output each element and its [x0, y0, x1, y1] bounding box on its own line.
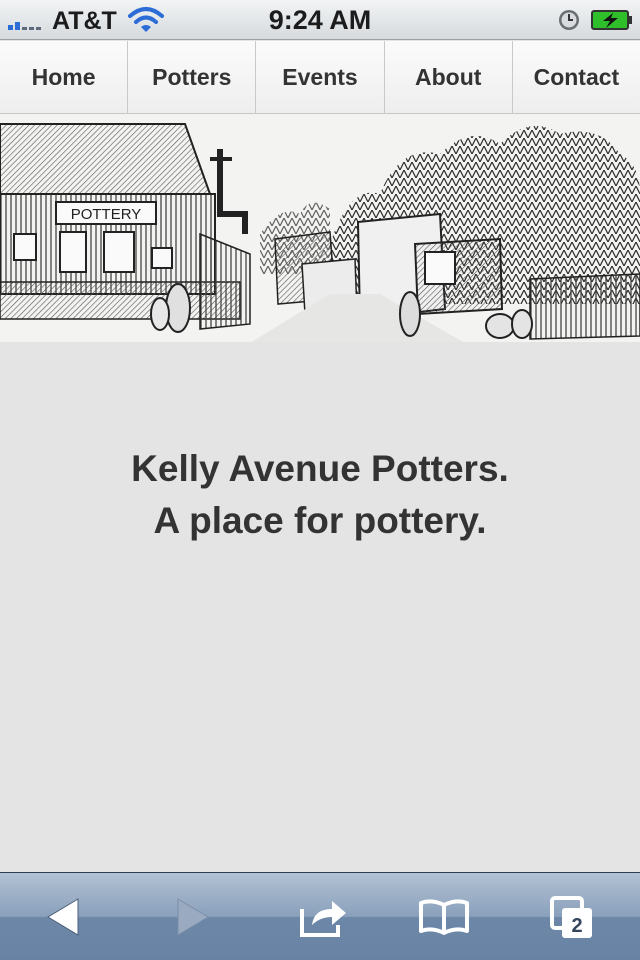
nav-about[interactable]: About: [385, 41, 513, 113]
nav-contact[interactable]: Contact: [513, 41, 640, 113]
back-button[interactable]: [24, 887, 104, 947]
back-icon: [47, 898, 79, 936]
tabs-icon: 2: [550, 896, 592, 938]
status-bar: AT&T 9:24 AM: [0, 0, 640, 40]
forward-button[interactable]: [152, 887, 232, 947]
share-icon: [300, 901, 346, 937]
bookmarks-button[interactable]: [404, 887, 484, 947]
tabs-count: 2: [571, 915, 582, 937]
alarm-icon: [559, 10, 579, 30]
tabs-button[interactable]: 2: [532, 887, 612, 947]
pottery-street-sketch: POTTERY: [0, 114, 640, 346]
main-nav: Home Potters Events About Contact: [0, 41, 640, 114]
pottery-sign-text: POTTERY: [71, 206, 142, 223]
nav-potters[interactable]: Potters: [128, 41, 257, 113]
clock: 9:24 AM: [268, 5, 372, 35]
banner-illustration: POTTERY: [0, 114, 640, 346]
forward-icon: [177, 898, 209, 936]
nav-home[interactable]: Home: [0, 41, 129, 113]
nav-events[interactable]: Events: [256, 41, 385, 113]
battery-charging-icon: [591, 10, 632, 30]
browser-toolbar: 2: [0, 872, 640, 960]
headline-line-2: A place for pottery.: [153, 500, 487, 541]
headline-line-1: Kelly Avenue Potters.: [131, 448, 509, 489]
bookmarks-icon: [419, 899, 469, 935]
share-button[interactable]: [284, 887, 364, 947]
